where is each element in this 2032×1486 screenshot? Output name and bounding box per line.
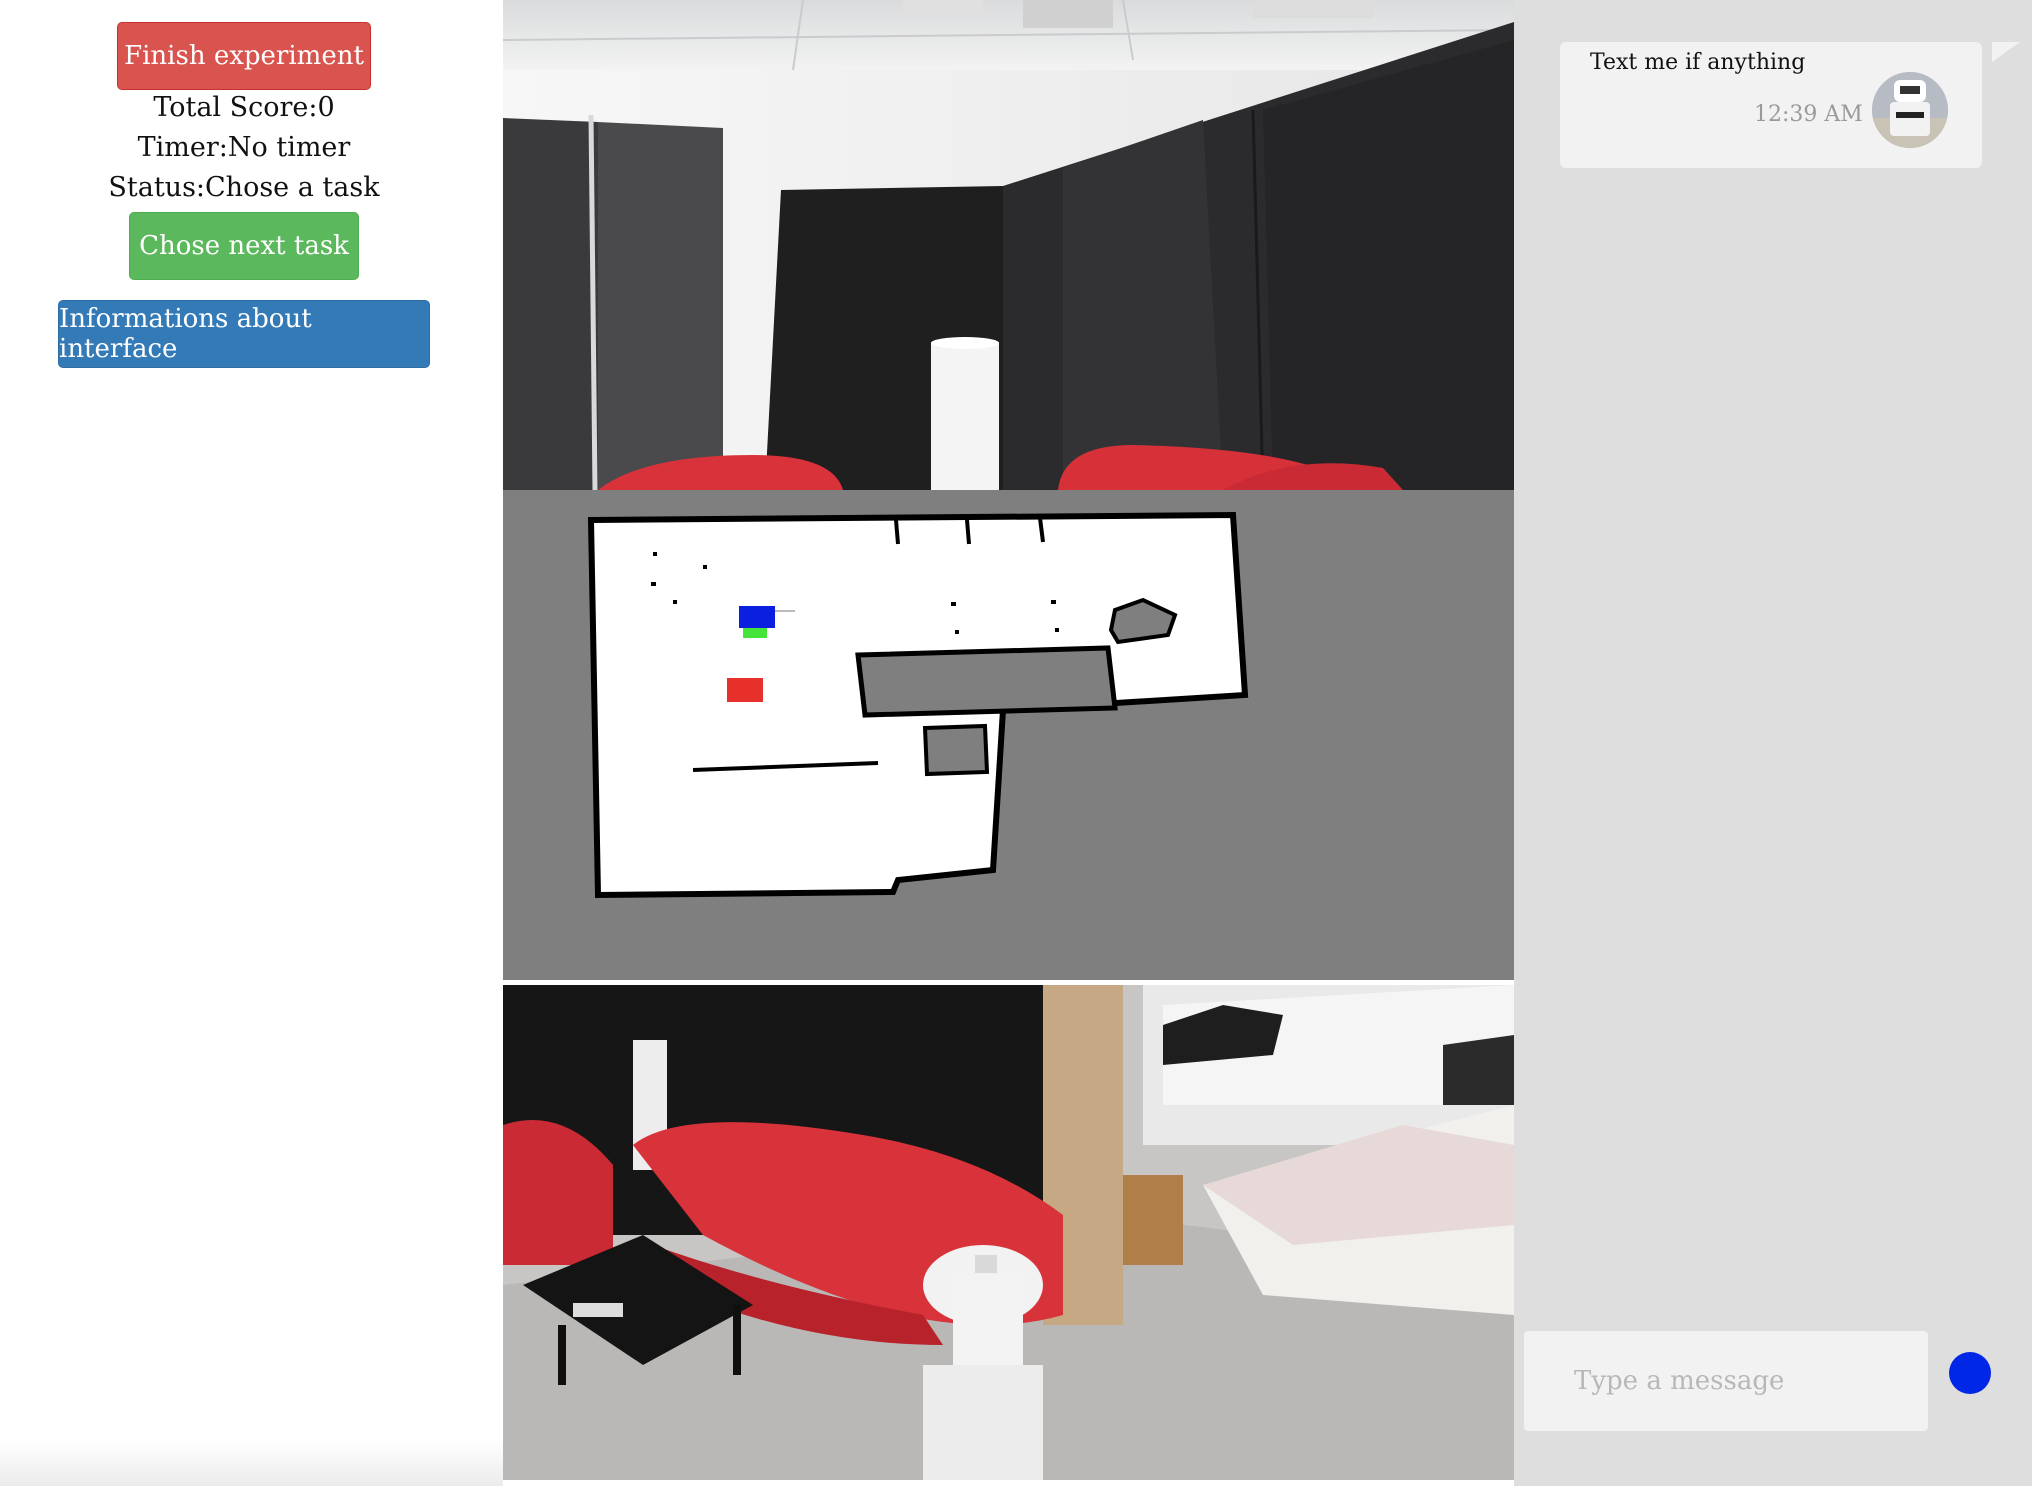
chat-bubble-tail	[1992, 42, 2020, 62]
chat-panel: Text me if anything 12:39 AM	[1514, 0, 2032, 1486]
robot-avatar	[1872, 72, 1948, 148]
panel-bottom-shade	[0, 1440, 503, 1486]
room-camera-image	[503, 985, 1514, 1480]
map-obstacle	[855, 645, 1118, 718]
chat-message-time: 12:39 AM	[1754, 102, 1863, 127]
map-view[interactable]	[503, 490, 1514, 980]
chat-message: Text me if anything 12:39 AM	[1560, 42, 1982, 168]
room-camera-view	[503, 985, 1514, 1480]
message-input[interactable]	[1524, 1331, 1928, 1431]
goal-marker	[727, 678, 763, 702]
map-obstacle	[922, 723, 990, 777]
robot-camera-image	[503, 0, 1514, 490]
interface-info-button[interactable]: Informations about interface	[58, 300, 430, 368]
occupancy-map[interactable]	[503, 490, 1514, 980]
control-panel: Finish experiment Total Score:0 Timer:No…	[0, 0, 503, 1486]
send-button[interactable]	[1949, 1352, 1991, 1394]
robot-camera-view	[503, 0, 1514, 490]
robot-avatar-image	[1872, 72, 1948, 148]
timer-status: Timer:No timer	[137, 132, 351, 163]
finish-experiment-button[interactable]: Finish experiment	[117, 22, 371, 90]
robot-position-marker	[739, 606, 775, 628]
task-status: Status:Chose a task	[108, 172, 380, 203]
robot-heading-marker	[743, 628, 767, 638]
total-score: Total Score:0	[153, 92, 335, 123]
chose-next-task-button[interactable]: Chose next task	[129, 212, 359, 280]
chat-message-text: Text me if anything	[1590, 50, 1806, 75]
